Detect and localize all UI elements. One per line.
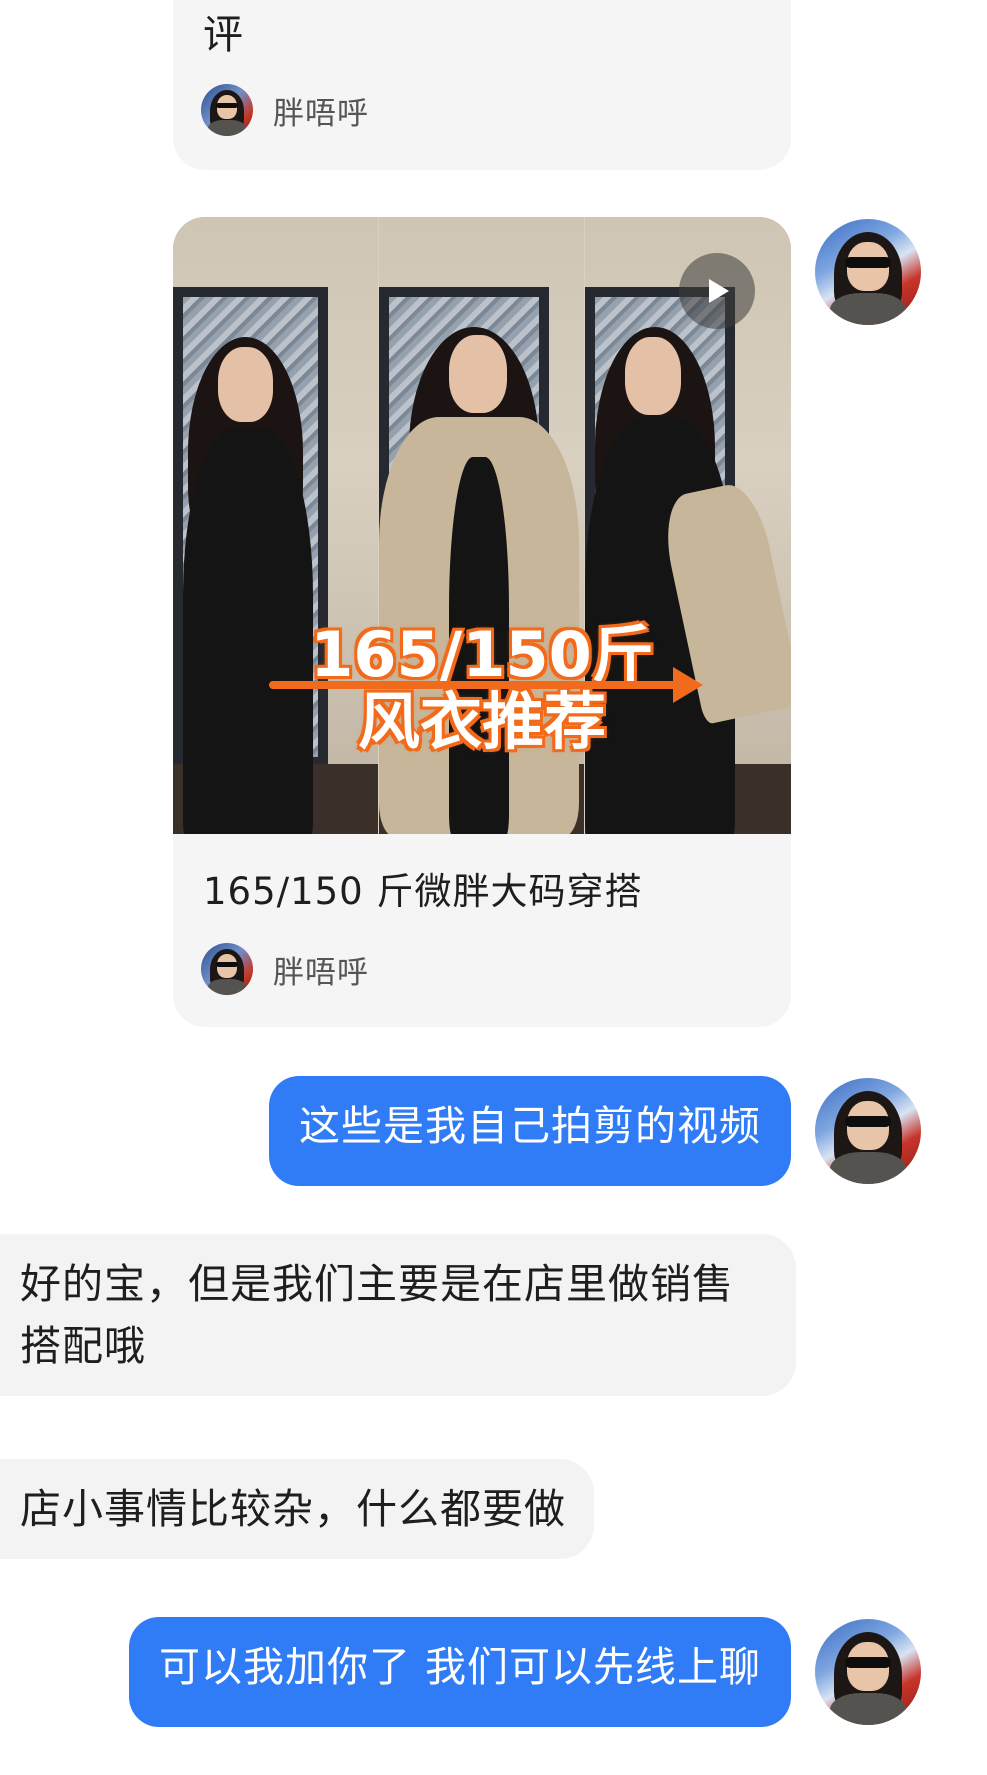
play-icon	[709, 279, 729, 303]
author-name: 胖唔呼	[273, 954, 369, 991]
note-title: 评	[203, 12, 243, 58]
overlay-arrow	[269, 681, 677, 689]
author-avatar	[201, 84, 253, 136]
shared-video-card[interactable]: 165/150斤 风衣推荐 165/150 斤微胖大码穿搭 胖唔呼	[173, 217, 791, 1027]
user-avatar[interactable]	[815, 1619, 921, 1725]
video-thumbnail[interactable]: 165/150斤 风衣推荐	[173, 217, 791, 834]
incoming-message[interactable]: 店小事情比较杂，什么都要做	[0, 1459, 594, 1559]
note-author[interactable]: 胖唔呼	[201, 84, 369, 136]
user-avatar[interactable]	[815, 219, 921, 325]
incoming-message[interactable]: 好的宝，但是我们主要是在店里做销售搭配哦	[0, 1234, 796, 1396]
play-button[interactable]	[679, 253, 755, 329]
video-author[interactable]: 胖唔呼	[201, 943, 369, 995]
outgoing-message[interactable]: 这些是我自己拍剪的视频	[269, 1076, 791, 1186]
author-name: 胖唔呼	[273, 95, 369, 132]
shared-note-card-top[interactable]: 评 胖唔呼	[173, 0, 791, 170]
user-avatar[interactable]	[815, 1078, 921, 1184]
outgoing-message[interactable]: 可以我加你了 我们可以先线上聊	[128, 1617, 791, 1727]
author-avatar	[201, 943, 253, 995]
overlay-arrow-head	[673, 667, 703, 703]
video-title: 165/150 斤微胖大码穿搭	[203, 870, 643, 913]
